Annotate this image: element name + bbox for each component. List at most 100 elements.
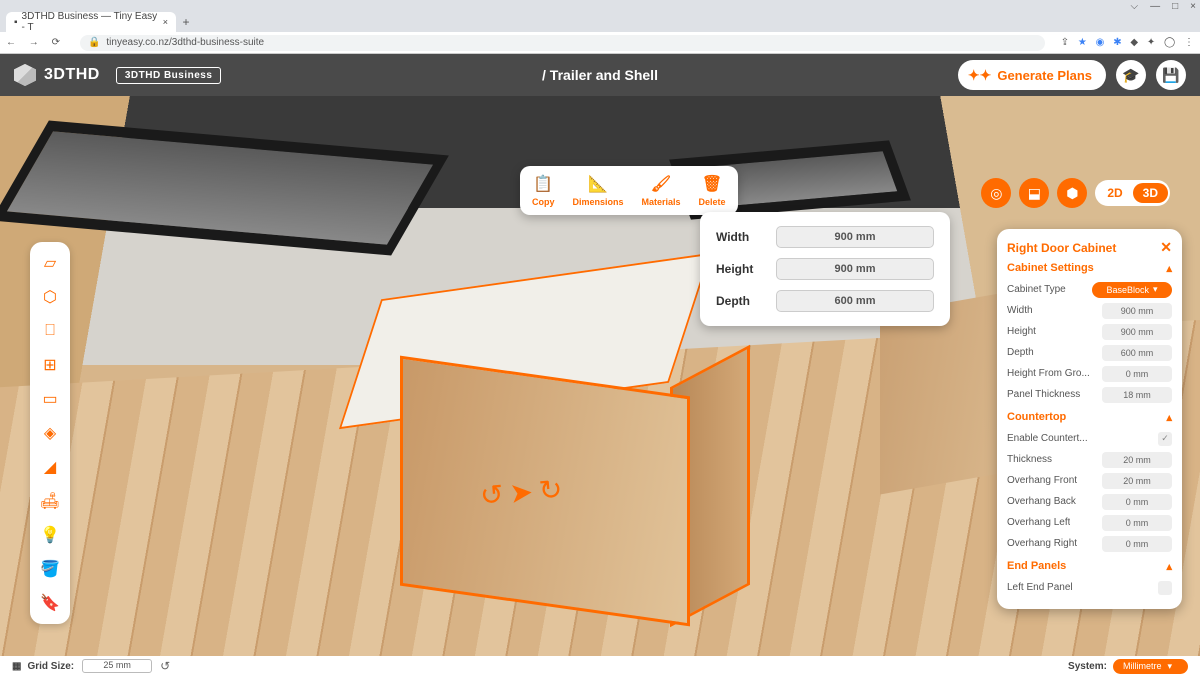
chevron-down-icon: ▾ bbox=[1153, 284, 1158, 295]
left-tool-1[interactable]: ⬡ bbox=[39, 286, 61, 308]
new-tab-button[interactable]: + bbox=[176, 12, 196, 32]
dim-input-depth[interactable]: 600 mm bbox=[776, 290, 934, 312]
dim-label: Height bbox=[716, 262, 776, 276]
prop-input[interactable]: 18 mm bbox=[1102, 387, 1172, 403]
left-tool-2[interactable]: ⎕ bbox=[39, 320, 61, 342]
product-badge: 3DTHD Business bbox=[116, 67, 222, 84]
collapse-icon[interactable]: ▴ bbox=[1166, 411, 1172, 424]
section-header[interactable]: End Panels ▴ bbox=[1007, 560, 1172, 573]
dim-row-width: Width900 mm bbox=[716, 226, 934, 248]
collapse-icon[interactable]: ▴ bbox=[1166, 262, 1172, 275]
panel-header: Right Door Cabinet ✕ bbox=[1007, 239, 1172, 256]
breadcrumb[interactable]: / Trailer and Shell bbox=[542, 67, 658, 83]
panel-close-icon[interactable]: ✕ bbox=[1160, 239, 1172, 256]
left-tool-9[interactable]: 🪣 bbox=[39, 558, 61, 580]
prop-checkbox[interactable]: ✓ bbox=[1158, 432, 1172, 446]
prop-input[interactable]: 20 mm bbox=[1102, 452, 1172, 468]
vc-layers-button[interactable]: ⬓ bbox=[1019, 178, 1049, 208]
window-minimize-icon[interactable]: — bbox=[1150, 1, 1160, 12]
prop-row: Width900 mm bbox=[1007, 300, 1172, 321]
left-tool-6[interactable]: ◢ bbox=[39, 456, 61, 478]
vc-explode-button[interactable]: ⬢ bbox=[1057, 178, 1087, 208]
action-label: Copy bbox=[532, 197, 555, 207]
nav-forward-icon[interactable]: → bbox=[29, 37, 39, 48]
browser-tab[interactable]: ▪ 3DTHD Business — Tiny Easy - T × bbox=[6, 12, 176, 32]
section-header[interactable]: Countertop▴ bbox=[1007, 411, 1172, 424]
status-bar: ▦ Grid Size: 25 mm ↺ System: Millimetre … bbox=[0, 656, 1200, 676]
generate-plans-button[interactable]: ✦✦ Generate Plans bbox=[958, 60, 1106, 90]
ext-user-icon[interactable]: ◯ bbox=[1164, 37, 1175, 48]
save-button[interactable]: 💾 bbox=[1156, 60, 1186, 90]
grid-size-group: ▦ Grid Size: bbox=[12, 661, 74, 672]
vc-focus-button[interactable]: ◎ bbox=[981, 178, 1011, 208]
window-maximize-icon[interactable]: □ bbox=[1172, 1, 1178, 12]
prop-input[interactable]: 600 mm bbox=[1102, 345, 1172, 361]
collapse-icon[interactable]: ▴ bbox=[1166, 560, 1172, 573]
prop-input[interactable]: 900 mm bbox=[1102, 303, 1172, 319]
left-tool-7[interactable]: 🛋 bbox=[39, 490, 61, 512]
left-tool-8[interactable]: 💡 bbox=[39, 524, 61, 546]
ext-share-icon[interactable]: ⇪ bbox=[1061, 37, 1069, 48]
app-logo[interactable]: 3DTHD 3DTHD Business bbox=[14, 64, 221, 86]
prop-label: Enable Countert... bbox=[1007, 433, 1088, 444]
section-header[interactable]: Cabinet Settings▴ bbox=[1007, 262, 1172, 275]
view-3d-option[interactable]: 3D bbox=[1133, 183, 1168, 203]
left-tool-0[interactable]: ▱ bbox=[39, 252, 61, 274]
window-close-icon[interactable]: × bbox=[1190, 1, 1196, 12]
undo-button[interactable]: ↺ bbox=[160, 659, 170, 673]
ext-eye-icon[interactable]: ◉ bbox=[1096, 37, 1105, 48]
prop-label: Left End Panel bbox=[1007, 582, 1073, 593]
prop-input[interactable]: 0 mm bbox=[1102, 515, 1172, 531]
action-delete[interactable]: 🗑Delete bbox=[699, 174, 726, 207]
action-label: Dimensions bbox=[573, 197, 624, 207]
rotate-left-arrow-icon[interactable]: ↺ bbox=[479, 478, 505, 513]
rotate-center-icon[interactable]: ➤ bbox=[508, 475, 534, 510]
action-dimensions[interactable]: 📐 Dimensions bbox=[573, 174, 624, 207]
action-label: Delete bbox=[699, 197, 726, 207]
ext-star-icon[interactable]: ★ bbox=[1078, 37, 1087, 48]
view-2d-option[interactable]: 2D bbox=[1097, 183, 1132, 203]
prop-row: Overhang Front20 mm bbox=[1007, 470, 1172, 491]
prop-row: Left End Panel bbox=[1007, 577, 1172, 598]
section-title: End Panels bbox=[1007, 560, 1066, 573]
app-root: 3DTHD 3DTHD Business / Trailer and Shell… bbox=[0, 54, 1200, 676]
dim-input-width[interactable]: 900 mm bbox=[776, 226, 934, 248]
action-copy[interactable]: 📋Copy bbox=[532, 174, 555, 207]
graduation-icon: 🎓 bbox=[1122, 67, 1139, 84]
selected-cabinet[interactable] bbox=[340, 276, 710, 606]
tab-close-icon[interactable]: × bbox=[163, 17, 168, 27]
prop-input[interactable]: 20 mm bbox=[1102, 473, 1172, 489]
learn-button[interactable]: 🎓 bbox=[1116, 60, 1146, 90]
view-mode-toggle[interactable]: 2D 3D bbox=[1095, 180, 1170, 206]
prop-row: Depth 600 mm bbox=[1007, 342, 1172, 363]
browser-menu-icon[interactable]: ⋮ bbox=[1184, 37, 1194, 48]
prop-input[interactable]: 0 mm bbox=[1102, 494, 1172, 510]
prop-input[interactable]: 0 mm bbox=[1102, 366, 1172, 382]
cube-icon: ⬢ bbox=[1066, 185, 1078, 202]
prop-select[interactable]: BaseBlock ▾ bbox=[1092, 282, 1172, 298]
ext-gear-icon[interactable]: ✱ bbox=[1113, 37, 1121, 48]
grid-size-input[interactable]: 25 mm bbox=[82, 659, 152, 673]
nav-reload-icon[interactable]: ⟳ bbox=[52, 37, 60, 48]
left-tool-4[interactable]: ▭ bbox=[39, 388, 61, 410]
unit-value: Millimetre bbox=[1123, 661, 1162, 671]
ext-a-icon[interactable]: ◆ bbox=[1130, 37, 1138, 48]
ext-puzzle-icon[interactable]: ✦ bbox=[1147, 37, 1155, 48]
left-tool-3[interactable]: ⊞ bbox=[39, 354, 61, 376]
prop-label: Depth bbox=[1007, 347, 1034, 358]
nav-back-icon[interactable]: ← bbox=[6, 37, 16, 48]
left-tool-10[interactable]: 🔖 bbox=[39, 592, 61, 614]
action-label: Materials bbox=[642, 197, 681, 207]
prop-input[interactable]: 900 mm bbox=[1102, 324, 1172, 340]
dim-input-height[interactable]: 900 mm bbox=[776, 258, 934, 280]
unit-system-select[interactable]: Millimetre ▾ bbox=[1113, 659, 1188, 674]
lock-icon: 🔒 bbox=[88, 37, 100, 48]
left-tool-5[interactable]: ◈ bbox=[39, 422, 61, 444]
prop-checkbox[interactable] bbox=[1158, 581, 1172, 595]
prop-input[interactable]: 0 mm bbox=[1102, 536, 1172, 552]
dimensions-icon: 📐 bbox=[588, 174, 608, 194]
address-bar[interactable]: 🔒 tinyeasy.co.nz/3dthd-business-suite bbox=[80, 35, 1045, 51]
action-materials[interactable]: 🖌Materials bbox=[642, 174, 681, 207]
window-curve-icon[interactable]: ⌵ bbox=[1131, 1, 1139, 12]
rotate-right-arrow-icon[interactable]: ↻ bbox=[537, 472, 563, 507]
